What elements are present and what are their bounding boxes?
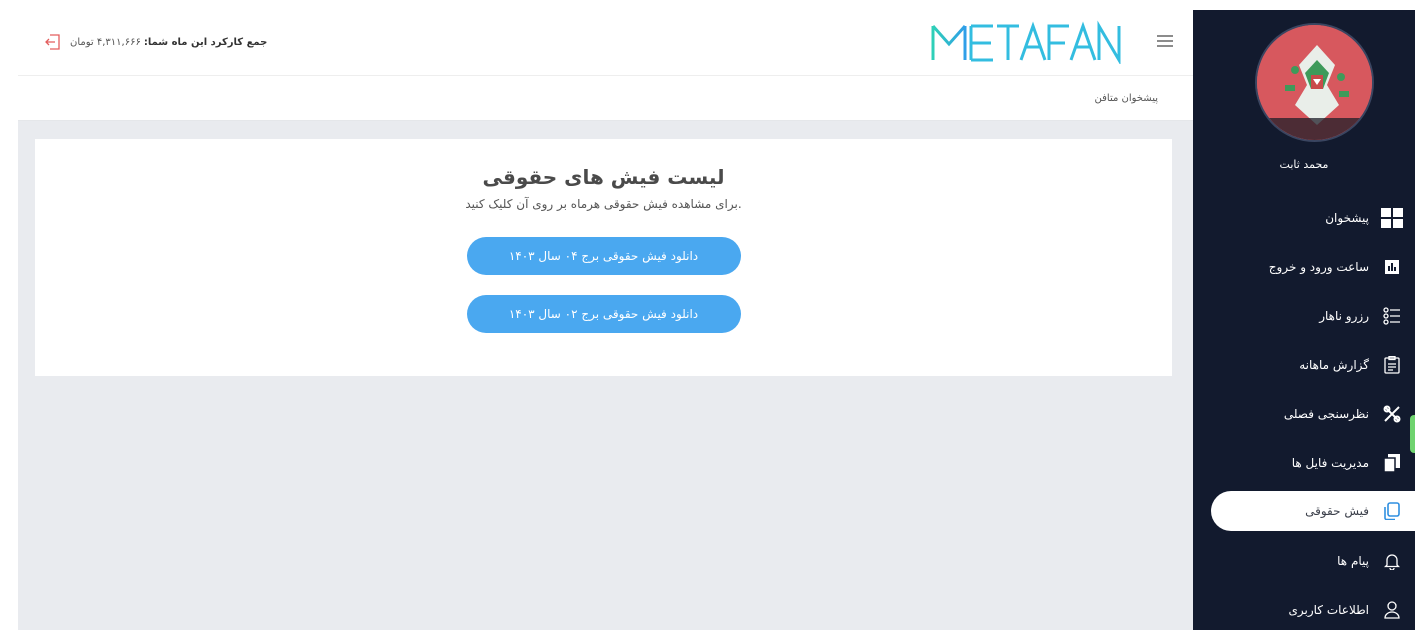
side-feedback-tab[interactable]: [1410, 415, 1415, 453]
metafan-logo[interactable]: [931, 20, 1123, 64]
sidebar-item-profile[interactable]: اطلاعات کاربری: [1193, 585, 1415, 630]
sidebar-item-label: اطلاعات کاربری: [1288, 602, 1370, 617]
download-payslip-02-button[interactable]: دانلود فیش حقوقی برج ۰۲ سال ۱۴۰۳: [466, 295, 741, 333]
tools-icon: [1381, 403, 1403, 425]
payslip-card: لیست فیش های حقوقی برای مشاهده فیش حقوقی…: [35, 139, 1172, 376]
sidebar-item-attendance[interactable]: ساعت ورود و خروج: [1193, 242, 1415, 291]
sidebar-item-monthly-report[interactable]: گزارش ماهانه: [1193, 340, 1415, 389]
breadcrumb[interactable]: پیشخوان متافن: [1095, 93, 1158, 104]
page-subtitle: برای مشاهده فیش حقوقی هرماه بر روی آن کل…: [465, 197, 742, 211]
sidebar-item-label: فیش حقوقی: [1305, 504, 1369, 518]
sidebar: محمد ثابت پیشخوان ساعت ورود و خروج رزرو …: [1193, 10, 1415, 630]
sidebar-nav: پیشخوان ساعت ورود و خروج رزرو ناهار گزار…: [1193, 193, 1415, 630]
hamburger-menu-icon[interactable]: [1157, 35, 1173, 47]
page-title: لیست فیش های حقوقی: [482, 165, 725, 189]
income-value: ۴,۳۱۱,۶۶۶ تومان: [70, 36, 141, 48]
sidebar-item-label: رزرو ناهار: [1319, 308, 1369, 323]
top-header: جمع کارکرد این ماه شما: ۴,۳۱۱,۶۶۶ تومان: [18, 10, 1193, 76]
files-icon: [1381, 452, 1403, 474]
clipboard-icon: [1381, 354, 1403, 376]
sidebar-item-label: نظرسنجی فصلی: [1283, 406, 1369, 421]
download-payslip-04-button[interactable]: دانلود فیش حقوقی برج ۰۴ سال ۱۴۰۳: [466, 237, 741, 275]
sidebar-item-payslip[interactable]: فیش حقوقی: [1211, 491, 1415, 531]
sidebar-item-files[interactable]: مدیریت فایل ها: [1193, 438, 1415, 487]
logout-icon[interactable]: [44, 33, 62, 51]
sidebar-item-label: مدیریت فایل ها: [1291, 455, 1369, 470]
sidebar-item-lunch[interactable]: رزرو ناهار: [1193, 291, 1415, 340]
sidebar-item-label: پیشخوان: [1325, 210, 1369, 225]
user-icon: [1381, 599, 1403, 621]
sidebar-item-messages[interactable]: پیام ها: [1193, 536, 1415, 585]
avatar-overlay: [1257, 118, 1372, 140]
content-area: لیست فیش های حقوقی برای مشاهده فیش حقوقی…: [18, 121, 1193, 630]
avatar[interactable]: [1255, 23, 1374, 142]
chart-icon: [1381, 256, 1403, 278]
sidebar-item-label: پیام ها: [1337, 553, 1369, 568]
camera-icon[interactable]: [1257, 25, 1275, 39]
bell-icon: [1381, 550, 1403, 572]
copy-icon: [1381, 500, 1403, 522]
monthly-income: جمع کارکرد این ماه شما: ۴,۳۱۱,۶۶۶ تومان: [44, 33, 267, 51]
sidebar-item-label: گزارش ماهانه: [1299, 357, 1369, 372]
list-icon: [1381, 305, 1403, 327]
income-label: جمع کارکرد این ماه شما:: [143, 36, 268, 48]
sidebar-item-label: ساعت ورود و خروج: [1268, 259, 1369, 274]
sidebar-item-dashboard[interactable]: پیشخوان: [1193, 193, 1415, 242]
user-name: محمد ثابت: [1279, 158, 1329, 171]
breadcrumb-bar: پیشخوان متافن: [18, 77, 1193, 121]
dashboard-icon: [1381, 207, 1403, 229]
sidebar-item-survey[interactable]: نظرسنجی فصلی: [1193, 389, 1415, 438]
